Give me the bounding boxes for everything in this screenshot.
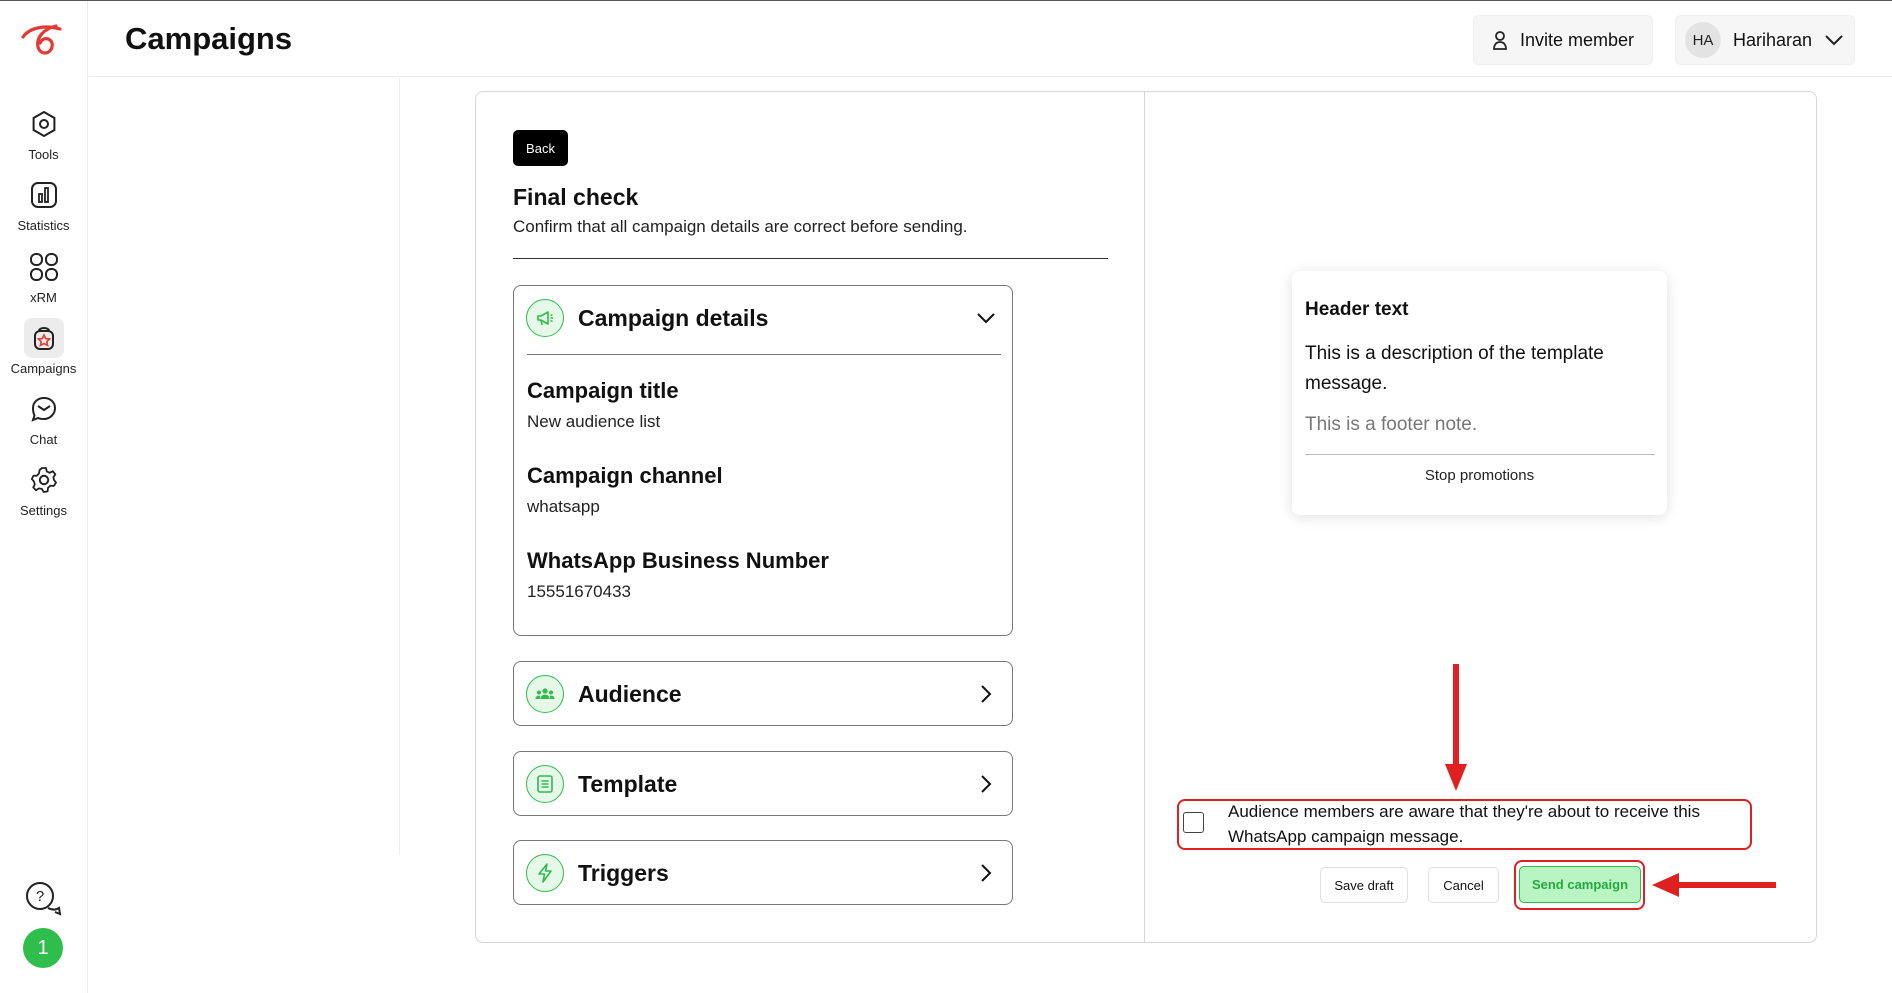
sidebar-item-label: Statistics [17, 218, 70, 233]
audience-section: Audience [513, 661, 1013, 726]
svg-text:?: ? [36, 888, 44, 905]
lightning-icon [526, 854, 564, 892]
chevron-right-icon [981, 685, 992, 703]
annotation-arrow-down [1445, 664, 1467, 791]
campaign-details-section: Campaign details Campaign title New audi… [513, 285, 1013, 636]
section-title: Campaign details [578, 304, 769, 331]
campaign-details-header[interactable]: Campaign details [514, 286, 1012, 350]
chevron-right-icon [981, 775, 992, 793]
back-button[interactable]: Back [513, 130, 568, 166]
campaign-icon [23, 318, 64, 358]
chevron-down-icon [977, 313, 995, 324]
brand-logo [21, 24, 62, 55]
field-value-campaign-title: New audience list [527, 412, 661, 431]
card-split-divider [1144, 92, 1145, 942]
template-section: Template [513, 751, 1013, 816]
help-chat-icon[interactable]: ? [24, 880, 62, 918]
final-check-title: Final check [513, 184, 639, 210]
invite-member-button[interactable]: Invite member [1473, 15, 1653, 65]
chat-icon [24, 389, 64, 429]
sidebar-item-settings[interactable]: Settings [0, 460, 87, 526]
consent-label: Audience members are aware that they're … [1228, 802, 1700, 846]
invite-member-label: Invite member [1519, 29, 1635, 50]
triggers-section: Triggers [513, 840, 1013, 905]
sidebar-item-xrm[interactable]: xRM [0, 247, 87, 313]
preview-description: This is a description of the template me… [1305, 343, 1604, 394]
save-draft-button[interactable]: Save draft [1320, 867, 1408, 903]
annotation-arrow-left [1652, 873, 1776, 897]
field-value-campaign-channel: whatsapp [527, 497, 600, 516]
triggers-header[interactable]: Triggers [514, 841, 1012, 905]
divider [527, 354, 1001, 355]
consent-checkbox[interactable] [1183, 812, 1204, 833]
section-title: Audience [578, 680, 682, 707]
preview-footer-note: This is a footer note. [1305, 414, 1478, 435]
avatar: HA [1685, 22, 1721, 58]
divider [1305, 454, 1655, 455]
group-icon [526, 675, 564, 713]
field-label-campaign-title: Campaign title [527, 378, 679, 403]
user-name: Hariharan [1733, 29, 1813, 50]
document-icon [526, 765, 564, 803]
field-label-business-number: WhatsApp Business Number [527, 548, 829, 573]
sidebar-item-label: Campaigns [10, 361, 77, 376]
section-title: Template [578, 770, 678, 797]
field-label-campaign-channel: Campaign channel [527, 463, 723, 488]
template-header[interactable]: Template [514, 752, 1012, 816]
user-menu[interactable]: HA Hariharan [1675, 15, 1855, 65]
chevron-down-icon [1825, 35, 1843, 46]
sidebar: Tools Statistics xRM Campaigns Chat Sett… [0, 1, 88, 993]
page-title: Campaigns [125, 21, 293, 56]
hexagon-icon [24, 104, 64, 144]
sidebar-item-tools[interactable]: Tools [0, 104, 87, 170]
template-preview-card: Header text This is a description of the… [1292, 271, 1667, 515]
preview-header-text: Header text [1305, 299, 1409, 320]
user-plus-icon [1493, 31, 1507, 50]
column-divider [399, 78, 400, 855]
cancel-button[interactable]: Cancel [1428, 867, 1499, 903]
bar-chart-icon [24, 175, 64, 215]
section-title: Triggers [578, 859, 669, 886]
send-campaign-button[interactable]: Send campaign [1519, 866, 1641, 903]
field-value-business-number: 15551670433 [527, 582, 632, 601]
preview-stop-promotions-button: Stop promotions [1424, 467, 1535, 484]
final-check-subtitle: Confirm that all campaign details are co… [513, 217, 968, 236]
gear-icon [24, 460, 64, 500]
notification-badge[interactable]: 1 [23, 928, 63, 968]
divider [513, 258, 1108, 259]
top-header: Campaigns Invite member HA Hariharan [89, 1, 1892, 77]
grid-icon [24, 247, 64, 287]
sidebar-item-campaigns[interactable]: Campaigns [0, 318, 87, 384]
megaphone-icon [526, 299, 564, 337]
sidebar-item-statistics[interactable]: Statistics [0, 175, 87, 241]
sidebar-item-label: Chat [29, 432, 58, 447]
sidebar-item-label: xRM [30, 290, 57, 305]
sidebar-item-label: Tools [28, 147, 59, 162]
sidebar-item-label: Settings [20, 503, 67, 518]
audience-header[interactable]: Audience [514, 662, 1012, 726]
chevron-right-icon [981, 864, 992, 882]
sidebar-item-chat[interactable]: Chat [0, 389, 87, 455]
